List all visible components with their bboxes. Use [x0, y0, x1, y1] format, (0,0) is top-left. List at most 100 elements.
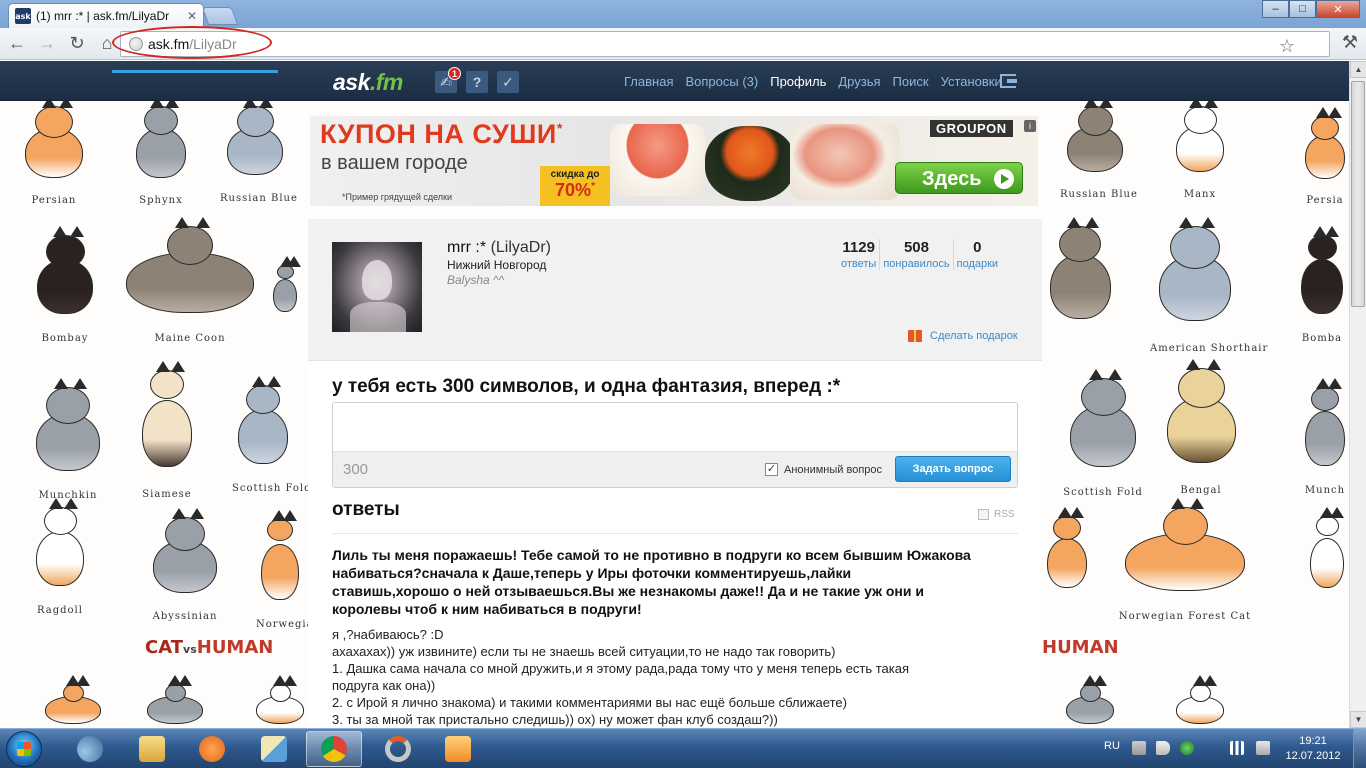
- tab-title: (1) mrr :* | ask.fm/LilyaDr: [36, 9, 170, 23]
- cat-head: [277, 265, 294, 279]
- cat-illustration: Manx: [1170, 101, 1230, 200]
- cat-head: [237, 106, 274, 137]
- answer-line: 3. ты за мной так пристально следишь)) о…: [332, 712, 778, 727]
- make-gift-link[interactable]: Сделать подарок: [908, 330, 1018, 342]
- reload-button[interactable]: ↻: [64, 31, 90, 57]
- menu-item-home[interactable]: Главная: [624, 74, 673, 89]
- cat-head: [246, 385, 280, 414]
- menu-item-search[interactable]: Поиск: [893, 74, 929, 89]
- volume-icon[interactable]: [1156, 741, 1170, 755]
- question-icon[interactable]: ?: [466, 71, 488, 93]
- ask-form: 300 ✓ Анонимный вопрос Задать вопрос: [332, 402, 1018, 488]
- scroll-up-icon[interactable]: ▲: [1350, 61, 1366, 78]
- answer-line: я ,?набиваюсь? :D: [332, 627, 444, 642]
- media-player-icon: [445, 736, 471, 762]
- stat-likes[interactable]: 508 понравилось: [879, 239, 952, 270]
- menu-item-questions[interactable]: Вопросы (3): [685, 74, 758, 89]
- scroll-down-icon[interactable]: ▼: [1350, 711, 1366, 728]
- cat-head: [63, 684, 84, 702]
- menu-item-settings[interactable]: Установки: [941, 74, 1002, 89]
- network-signal-icon[interactable]: [1230, 741, 1244, 755]
- stat-answers[interactable]: 1129 ответы: [838, 239, 879, 270]
- cat-ear: [1067, 217, 1081, 228]
- maximize-button[interactable]: □: [1289, 0, 1316, 18]
- back-button[interactable]: ←: [4, 31, 30, 57]
- browser-tab[interactable]: ask (1) mrr :* | ask.fm/LilyaDr ✕: [8, 3, 204, 28]
- cat-illustration: [140, 675, 210, 728]
- mail-app-icon[interactable]: [184, 731, 240, 767]
- ask-question-button[interactable]: Задать вопрос: [895, 456, 1011, 482]
- folder-app-icon[interactable]: [124, 731, 180, 767]
- askfm-logo[interactable]: ask.fm: [333, 69, 403, 96]
- media-app-icon[interactable]: [430, 731, 486, 767]
- cat-head: [270, 684, 291, 702]
- cat-ear: [1203, 675, 1217, 686]
- cat-head: [1190, 684, 1211, 702]
- cat-body: [1047, 538, 1087, 588]
- page-scrollbar[interactable]: ▲ ▼: [1349, 61, 1366, 728]
- cat-head: [1178, 368, 1225, 408]
- cat-illustration: Bengal: [1158, 359, 1244, 496]
- ad-button-label: Здесь: [922, 168, 982, 190]
- cat-ear: [283, 510, 297, 521]
- bird-icon[interactable]: ✓: [497, 71, 519, 93]
- cat-ear: [156, 361, 170, 372]
- bookmark-star-icon[interactable]: ☆: [1279, 36, 1295, 57]
- scroll-thumb[interactable]: [1351, 81, 1365, 307]
- system-clock[interactable]: 19:21 12.07.2012: [1285, 734, 1341, 764]
- cat-breed-label: Scottish Fold: [1063, 487, 1143, 498]
- close-window-button[interactable]: ✕: [1316, 0, 1360, 18]
- cat-vs-human-logo: HUMAN: [1042, 637, 1119, 658]
- paint-app-icon[interactable]: [246, 731, 302, 767]
- anonymous-toggle[interactable]: ✓ Анонимный вопрос: [765, 463, 882, 476]
- tray-up-arrow-icon[interactable]: [1132, 741, 1146, 755]
- ad-note: *Пример грядущей сделки: [342, 192, 453, 202]
- tab-close-icon[interactable]: ✕: [187, 9, 197, 23]
- logout-icon[interactable]: [1000, 74, 1017, 88]
- chrome-app-icon[interactable]: [306, 731, 362, 767]
- forward-button[interactable]: →: [34, 31, 60, 57]
- cat-head: [150, 370, 184, 399]
- new-tab-button[interactable]: [201, 7, 239, 25]
- stat-answers-label: ответы: [841, 258, 877, 270]
- minimize-button[interactable]: –: [1262, 0, 1289, 18]
- show-desktop-button[interactable]: [1353, 729, 1366, 768]
- sync-app-icon[interactable]: [370, 731, 426, 767]
- menu-item-friends[interactable]: Друзья: [838, 74, 880, 89]
- cat-ear: [1190, 498, 1204, 509]
- char-counter: 300: [343, 461, 369, 478]
- logo-vs-word: vs: [183, 643, 197, 656]
- cat-head: [1163, 507, 1208, 545]
- cat-body: [261, 544, 299, 600]
- address-bar[interactable]: ask.fm/LilyaDr ☆: [120, 31, 1330, 57]
- avatar[interactable]: [332, 242, 422, 332]
- ad-here-button[interactable]: Здесь: [895, 162, 1023, 194]
- cat-head: [267, 519, 293, 541]
- cat-ear: [1189, 101, 1203, 108]
- cat-illustration: Scottish Fold: [232, 376, 310, 494]
- home-button[interactable]: ⌂: [94, 31, 120, 57]
- profile-stats: 1129 ответы 508 понравилось 0 подарки: [838, 239, 1001, 270]
- cat-head: [46, 387, 90, 424]
- cat-ear: [1089, 369, 1103, 380]
- profile-city: Нижний Новгород: [447, 258, 547, 272]
- cat-breed-label: Persia: [1306, 195, 1344, 206]
- folder-icon: [139, 736, 165, 762]
- tray-status-icon[interactable]: [1180, 741, 1194, 755]
- ad-banner[interactable]: КУПОН НА СУШИ* в вашем городе *Пример гр…: [310, 116, 1038, 206]
- cat-illustration: Abyssinian: [145, 508, 225, 622]
- explorer-app-icon[interactable]: [62, 731, 118, 767]
- stat-gifts[interactable]: 0 подарки: [952, 239, 1001, 270]
- wrench-menu-icon[interactable]: ⚒: [1342, 32, 1358, 53]
- ad-info-icon[interactable]: i: [1024, 120, 1036, 132]
- action-center-icon[interactable]: [1256, 741, 1270, 755]
- question-input[interactable]: [333, 403, 1017, 451]
- language-indicator[interactable]: RU: [1104, 740, 1120, 752]
- start-button[interactable]: [6, 731, 42, 767]
- menu-item-profile[interactable]: Профиль: [770, 74, 826, 89]
- rss-link[interactable]: RSS: [978, 509, 1015, 520]
- mail-agent-icon: [199, 736, 225, 762]
- anonymous-checkbox[interactable]: ✓: [765, 463, 778, 476]
- cat-illustration: Persia: [1300, 107, 1350, 206]
- cat-ear: [196, 217, 210, 228]
